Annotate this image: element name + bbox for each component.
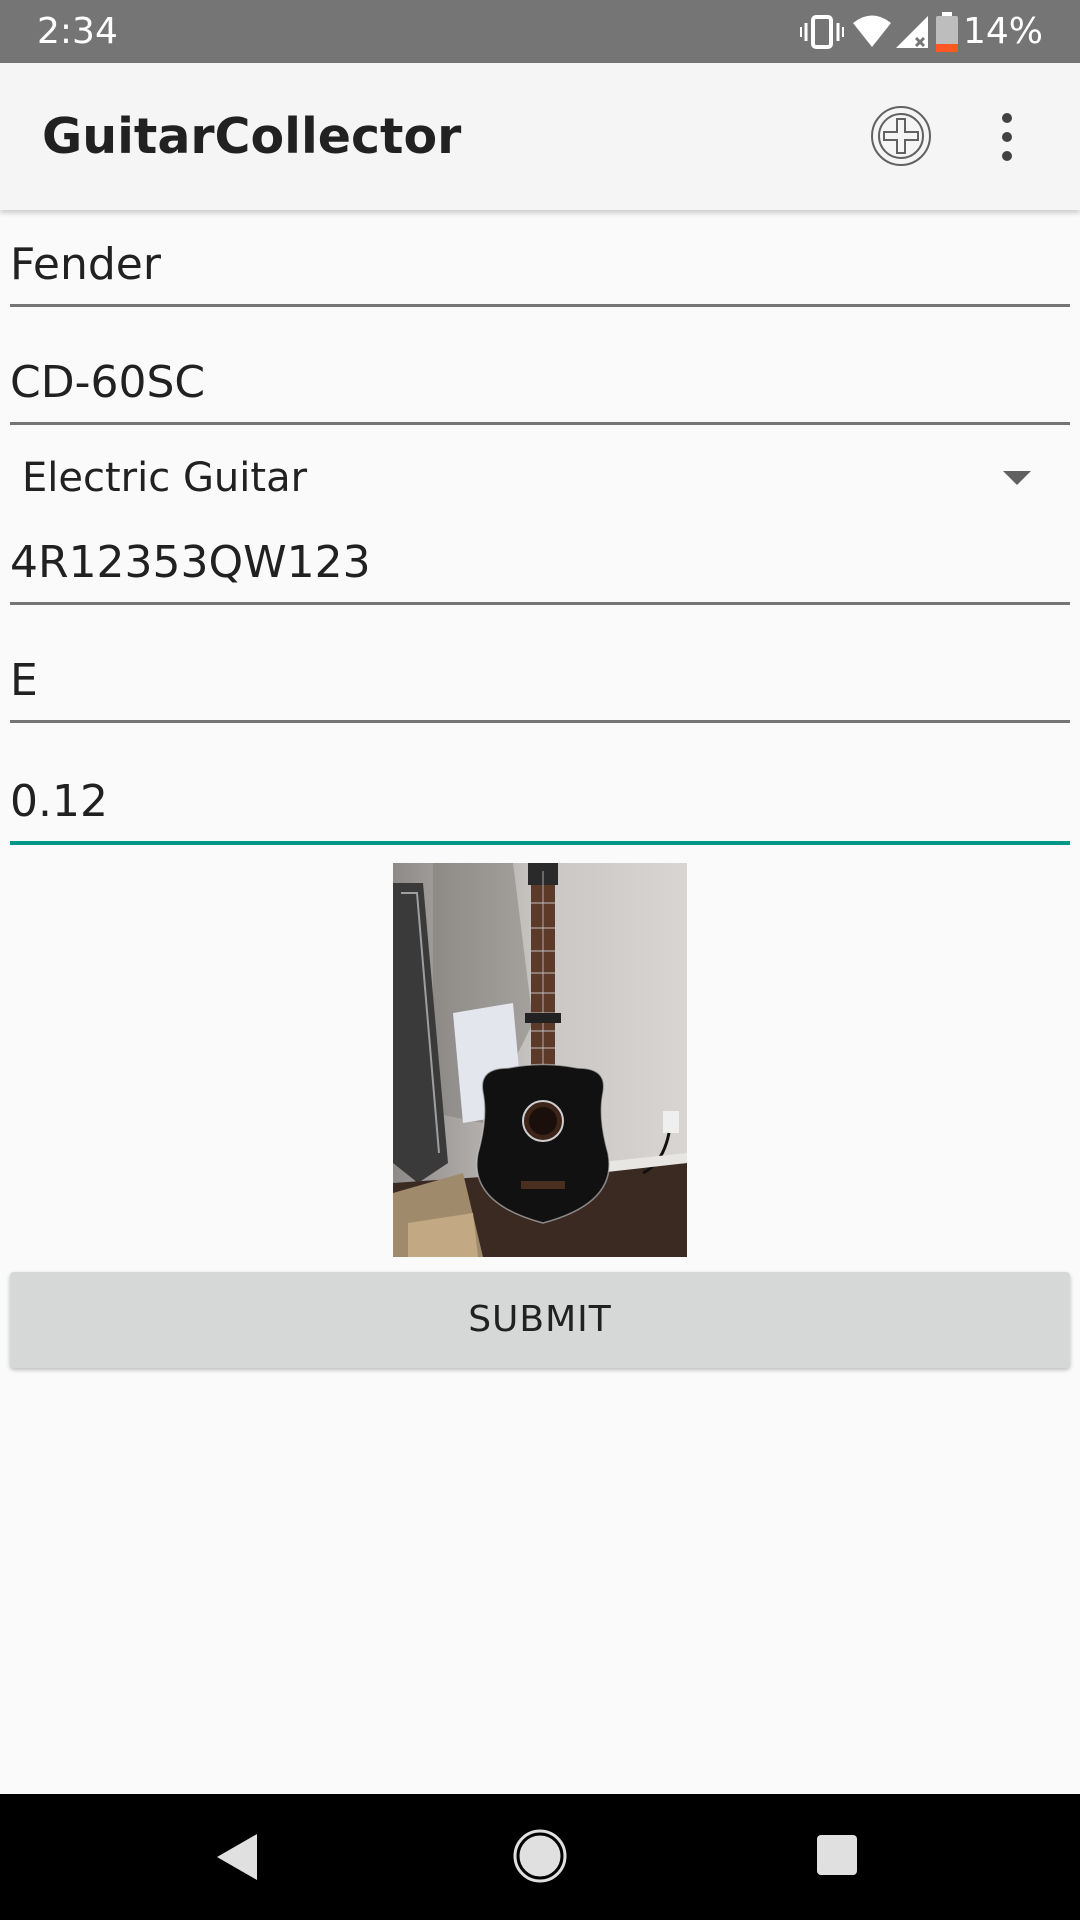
- brand-value: Fender: [10, 239, 161, 290]
- overflow-menu-icon: [1002, 113, 1012, 123]
- back-icon[interactable]: [215, 1832, 259, 1882]
- dropdown-arrow-icon: [1003, 471, 1031, 485]
- type-selected-value: Electric Guitar: [22, 455, 308, 501]
- status-time: 2:34: [37, 11, 118, 52]
- overflow-menu-button[interactable]: [1002, 107, 1016, 167]
- value-field[interactable]: 0.12: [10, 765, 1070, 845]
- battery-low-icon: [936, 12, 958, 52]
- guitar-photo[interactable]: [393, 863, 687, 1257]
- serial-field[interactable]: 4R12353QW123: [10, 528, 1070, 605]
- app-bar: GuitarCollector: [0, 63, 1080, 210]
- submit-label: SUBMIT: [468, 1299, 612, 1340]
- status-bar: 2:34 14%: [0, 0, 1080, 63]
- navigation-bar: [0, 1794, 1080, 1920]
- home-icon[interactable]: [513, 1829, 567, 1883]
- cellular-signal-icon: [896, 16, 928, 48]
- grade-field[interactable]: E: [10, 646, 1070, 723]
- add-circle-icon: [871, 106, 931, 166]
- grade-value: E: [10, 655, 38, 706]
- app-title: GuitarCollector: [42, 108, 462, 165]
- submit-button[interactable]: SUBMIT: [10, 1272, 1070, 1368]
- add-button[interactable]: [870, 105, 932, 167]
- wifi-icon: [853, 15, 891, 47]
- model-value: CD-60SC: [10, 357, 206, 408]
- battery-percent: 14%: [962, 11, 1043, 52]
- type-spinner[interactable]: Electric Guitar: [10, 445, 1070, 515]
- recents-icon[interactable]: [816, 1834, 858, 1876]
- serial-value: 4R12353QW123: [10, 537, 371, 588]
- vibrate-icon: [800, 15, 844, 49]
- model-field[interactable]: CD-60SC: [10, 348, 1070, 425]
- guitar-photo-image: [393, 863, 687, 1257]
- value-value: 0.12: [10, 776, 108, 827]
- brand-field[interactable]: Fender: [10, 230, 1070, 307]
